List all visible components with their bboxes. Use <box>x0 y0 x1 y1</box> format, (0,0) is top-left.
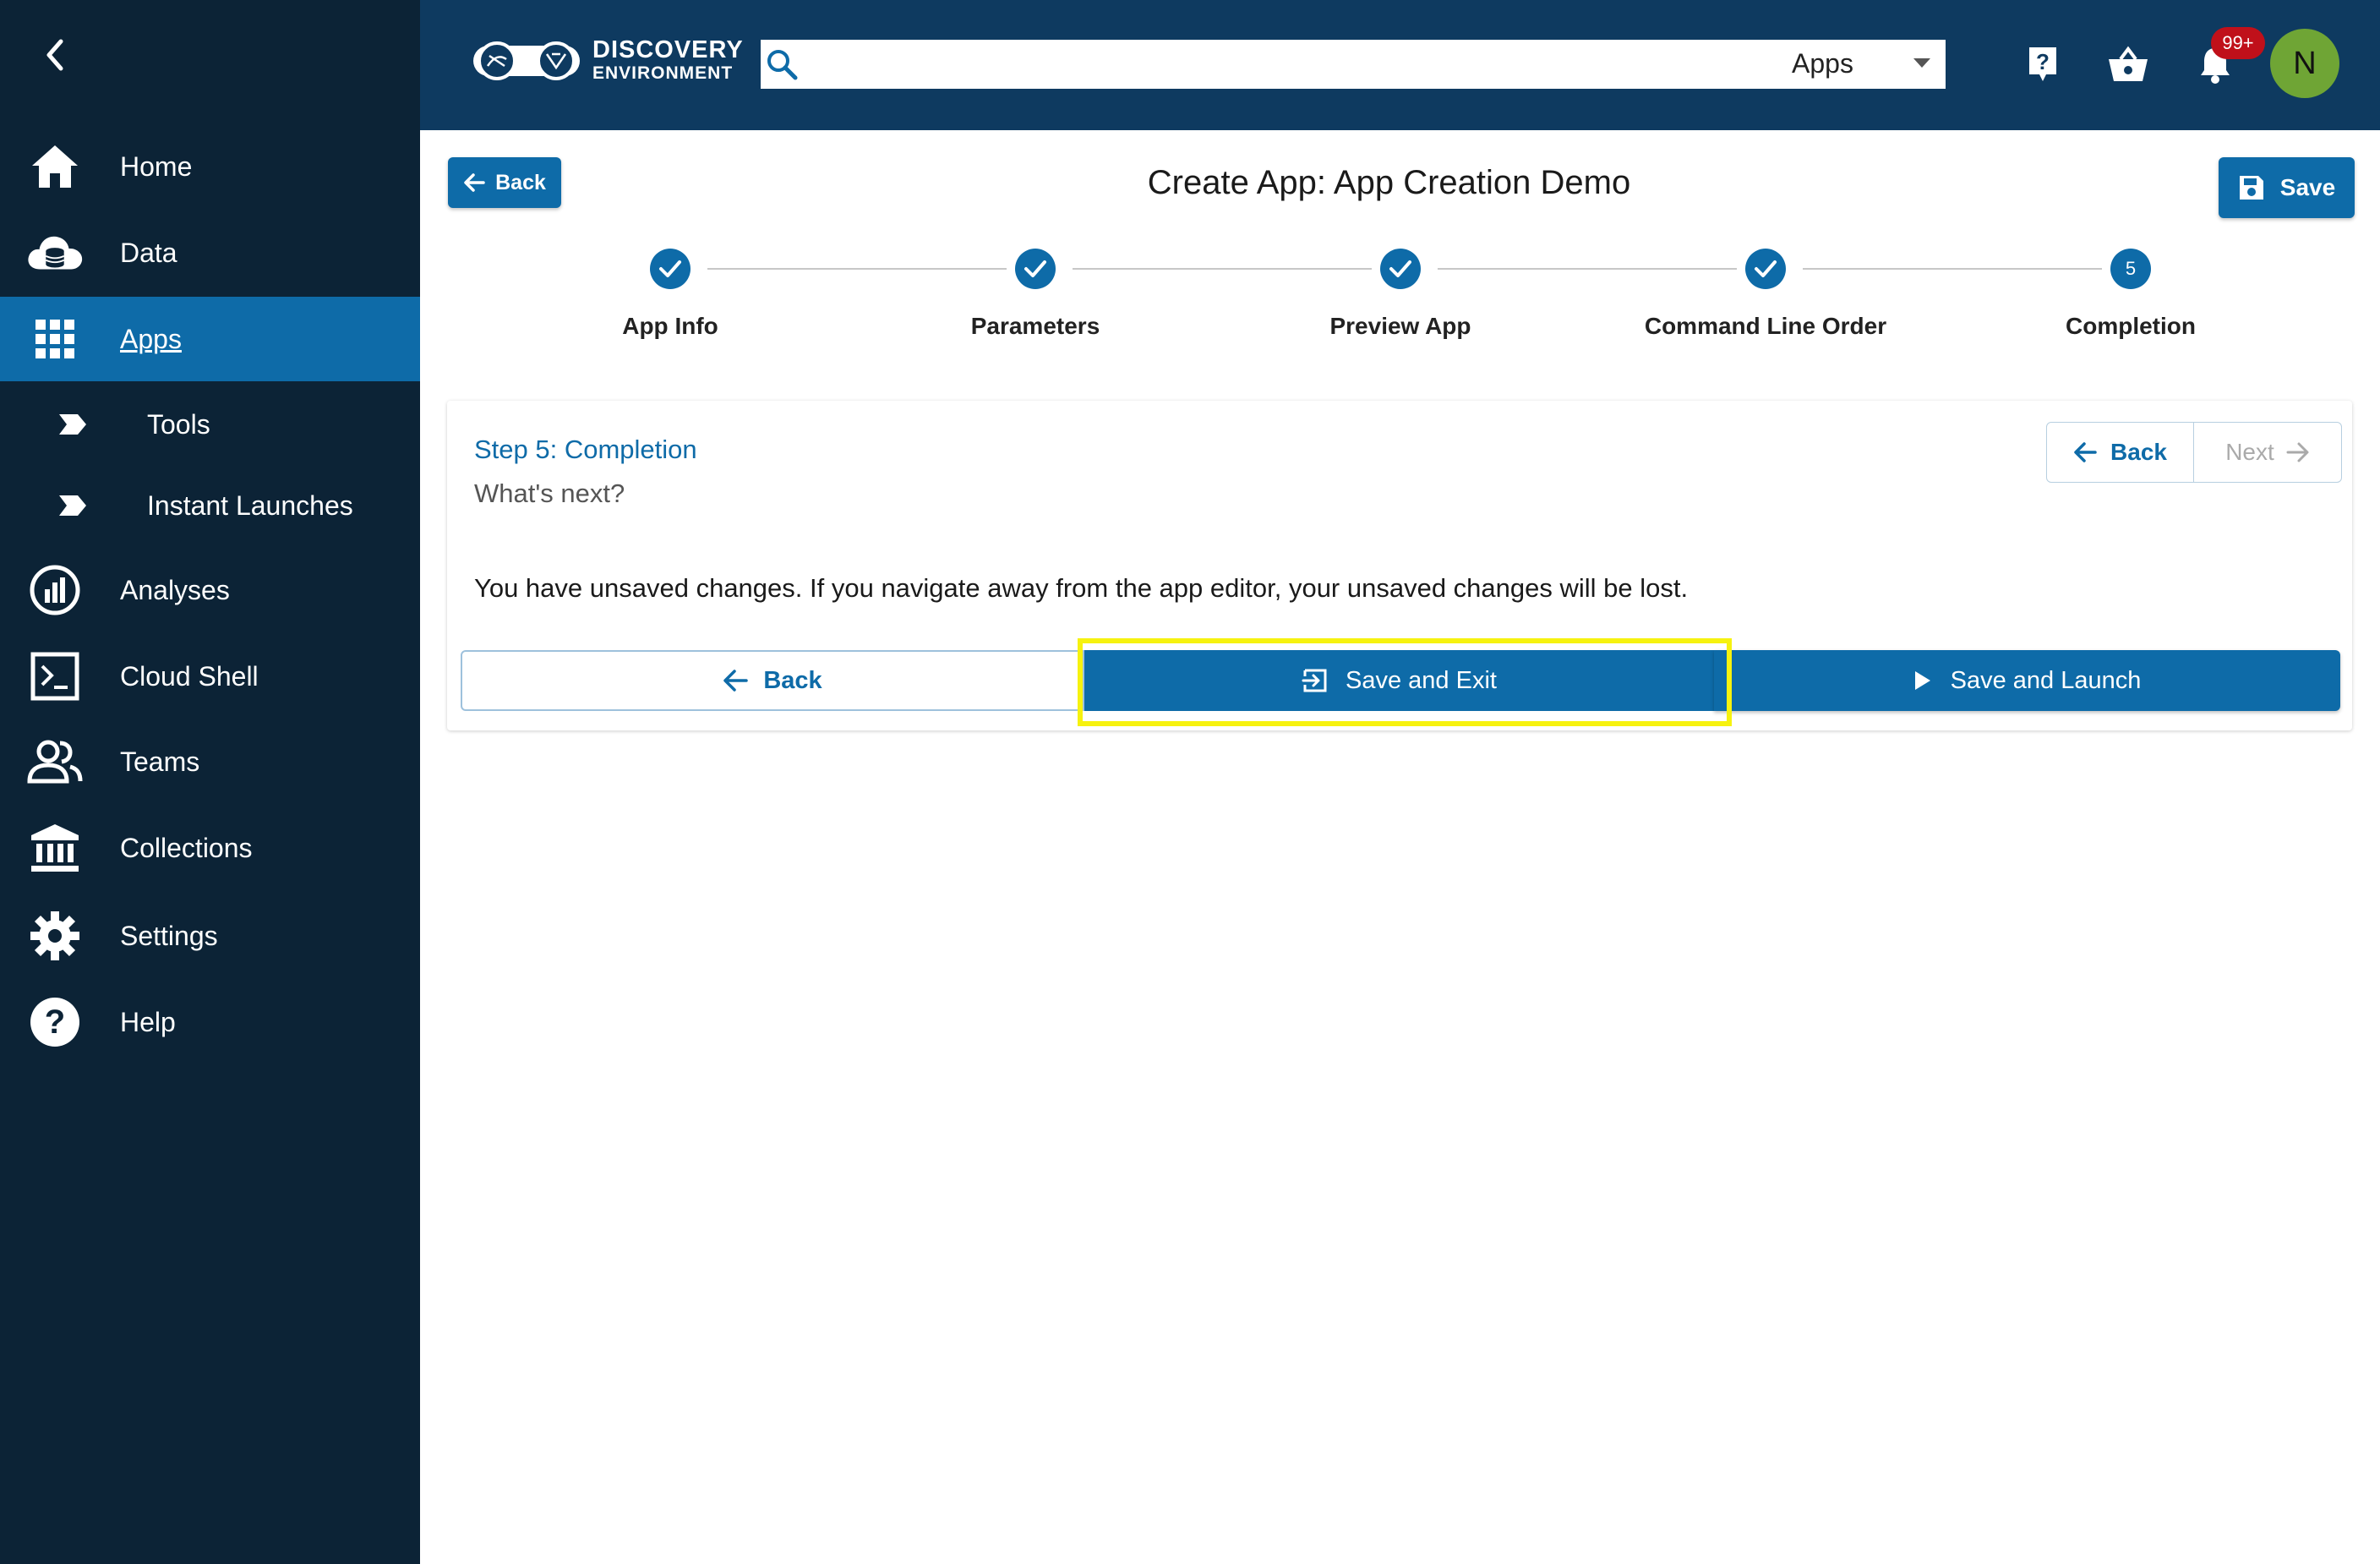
save-and-exit-button[interactable]: Save and Exit <box>1084 650 1714 711</box>
sidebar-item-data[interactable]: Data <box>0 211 420 295</box>
step-number: 5 <box>2110 249 2151 289</box>
step-label: Parameters <box>970 313 1100 339</box>
sidebar-item-label: Help <box>120 1006 176 1037</box>
search-scope-select[interactable]: Apps <box>1777 40 1946 89</box>
save-button[interactable]: Save <box>2219 157 2355 218</box>
step-subheading: What's next? <box>474 478 625 508</box>
logo-line1: DISCOVERY <box>592 36 744 63</box>
step-command-line-order[interactable]: Command Line Order <box>1597 249 1935 340</box>
step-label: Preview App <box>1329 313 1471 339</box>
logo-mark-icon <box>473 41 580 80</box>
sidebar-item-teams[interactable]: Teams <box>0 719 420 804</box>
data-cloud-icon <box>25 223 85 282</box>
sidebar-item-label: Teams <box>120 746 200 777</box>
check-icon <box>1380 249 1421 289</box>
step-label: App Info <box>622 313 718 339</box>
check-icon <box>1745 249 1786 289</box>
sidebar-item-label: Analyses <box>120 574 230 605</box>
main-content: Back Create App: App Creation Demo Save … <box>420 130 2380 1564</box>
save-disk-icon <box>2239 176 2263 200</box>
unsaved-changes-message: You have unsaved changes. If you navigat… <box>474 573 1689 603</box>
topbar: DISCOVERY ENVIRONMENT Apps ? 99+ N <box>420 0 2380 130</box>
sidebar-item-apps[interactable]: Apps <box>0 297 420 381</box>
completion-card: Step 5: Completion What's next? Back Nex… <box>447 401 2352 730</box>
arrow-right-icon <box>2286 442 2309 462</box>
step-nav-group: Back Next <box>2046 422 2342 483</box>
collapse-sidebar-button[interactable] <box>30 30 79 79</box>
play-icon <box>1914 671 1930 690</box>
help-icon: ? <box>25 993 85 1052</box>
sidebar: Home Data Apps Tools Instant Launches An… <box>0 0 420 1564</box>
step-preview-app[interactable]: Preview App <box>1231 249 1569 340</box>
step-label: Command Line Order <box>1644 313 1887 339</box>
notification-count-badge: 99+ <box>2211 27 2265 59</box>
check-icon <box>1015 249 1056 289</box>
arrow-left-icon <box>2074 442 2097 462</box>
sidebar-item-label: Collections <box>120 832 253 863</box>
sidebar-item-help[interactable]: ? Help <box>0 980 420 1064</box>
sidebar-item-label: Home <box>120 150 193 182</box>
save-and-launch-button[interactable]: Save and Launch <box>1714 650 2340 711</box>
sidebar-item-analyses[interactable]: Analyses <box>0 548 420 632</box>
sidebar-item-cloud-shell[interactable]: Cloud Shell <box>0 634 420 719</box>
step-back-label: Back <box>2110 439 2167 465</box>
avatar[interactable]: N <box>2270 29 2339 98</box>
completion-actions: Back Save and Exit Save and Launch <box>461 650 2340 711</box>
chevron-tag-icon <box>54 406 91 443</box>
completion-back-label: Back <box>763 666 822 694</box>
terminal-icon <box>25 647 85 706</box>
help-chat-icon: ? <box>2029 47 2056 81</box>
save-and-launch-label: Save and Launch <box>1950 666 2142 694</box>
exit-to-app-icon <box>1302 669 1327 692</box>
apps-grid-icon <box>25 309 85 369</box>
step-parameters[interactable]: Parameters <box>866 249 1204 340</box>
search-scope-value: Apps <box>1792 48 1853 79</box>
sidebar-item-instant-launches[interactable]: Instant Launches <box>0 468 420 544</box>
sidebar-item-tools[interactable]: Tools <box>0 386 420 462</box>
basket-icon <box>2109 46 2148 81</box>
logo-line2: ENVIRONMENT <box>592 63 734 84</box>
dropdown-arrow-icon <box>1913 58 1930 68</box>
sidebar-item-label: Data <box>120 237 177 268</box>
save-and-exit-label: Save and Exit <box>1346 666 1497 694</box>
arrow-left-icon <box>723 670 749 692</box>
step-label: Completion <box>2066 313 2196 339</box>
sidebar-item-collections[interactable]: Collections <box>0 806 420 890</box>
search-input[interactable] <box>803 40 1777 89</box>
sidebar-item-label: Settings <box>120 920 218 951</box>
logo-text: DISCOVERY ENVIRONMENT <box>592 36 744 84</box>
page-title: Create App: App Creation Demo <box>1147 164 1631 201</box>
sidebar-item-settings[interactable]: Settings <box>0 894 420 978</box>
app-root: Home Data Apps Tools Instant Launches An… <box>0 0 2380 1564</box>
svg-text:?: ? <box>2036 49 2050 74</box>
teams-icon <box>25 732 85 791</box>
step-completion[interactable]: 5 Completion <box>1962 249 2300 340</box>
sidebar-item-label: Tools <box>147 408 210 440</box>
sidebar-item-label: Cloud Shell <box>120 660 259 692</box>
gear-icon <box>25 906 85 965</box>
sidebar-item-home[interactable]: Home <box>0 124 420 209</box>
collections-icon <box>25 818 85 878</box>
cart-button[interactable] <box>2103 39 2153 90</box>
sidebar-item-label: Instant Launches <box>147 489 353 521</box>
check-icon <box>650 249 691 289</box>
search-icon[interactable] <box>761 40 803 89</box>
analyses-chart-icon <box>25 561 85 620</box>
step-next-button[interactable]: Next <box>2194 423 2341 482</box>
step-next-label: Next <box>2225 439 2274 465</box>
step-back-button[interactable]: Back <box>2047 423 2194 482</box>
chevron-left-icon <box>46 39 63 71</box>
chevron-tag-icon <box>54 487 91 524</box>
help-button[interactable]: ? <box>2017 39 2068 90</box>
logo[interactable]: DISCOVERY ENVIRONMENT <box>471 30 750 90</box>
sidebar-item-label: Apps <box>120 323 182 354</box>
stepper: App Info Parameters Preview App Command … <box>420 249 2380 367</box>
step-app-info[interactable]: App Info <box>501 249 839 340</box>
svg-text:?: ? <box>45 1003 65 1041</box>
completion-back-button[interactable]: Back <box>461 650 1084 711</box>
search-bar: Apps <box>761 40 1946 89</box>
step-heading: Step 5: Completion <box>474 435 697 464</box>
save-button-label: Save <box>2279 174 2336 200</box>
home-icon <box>25 137 85 196</box>
